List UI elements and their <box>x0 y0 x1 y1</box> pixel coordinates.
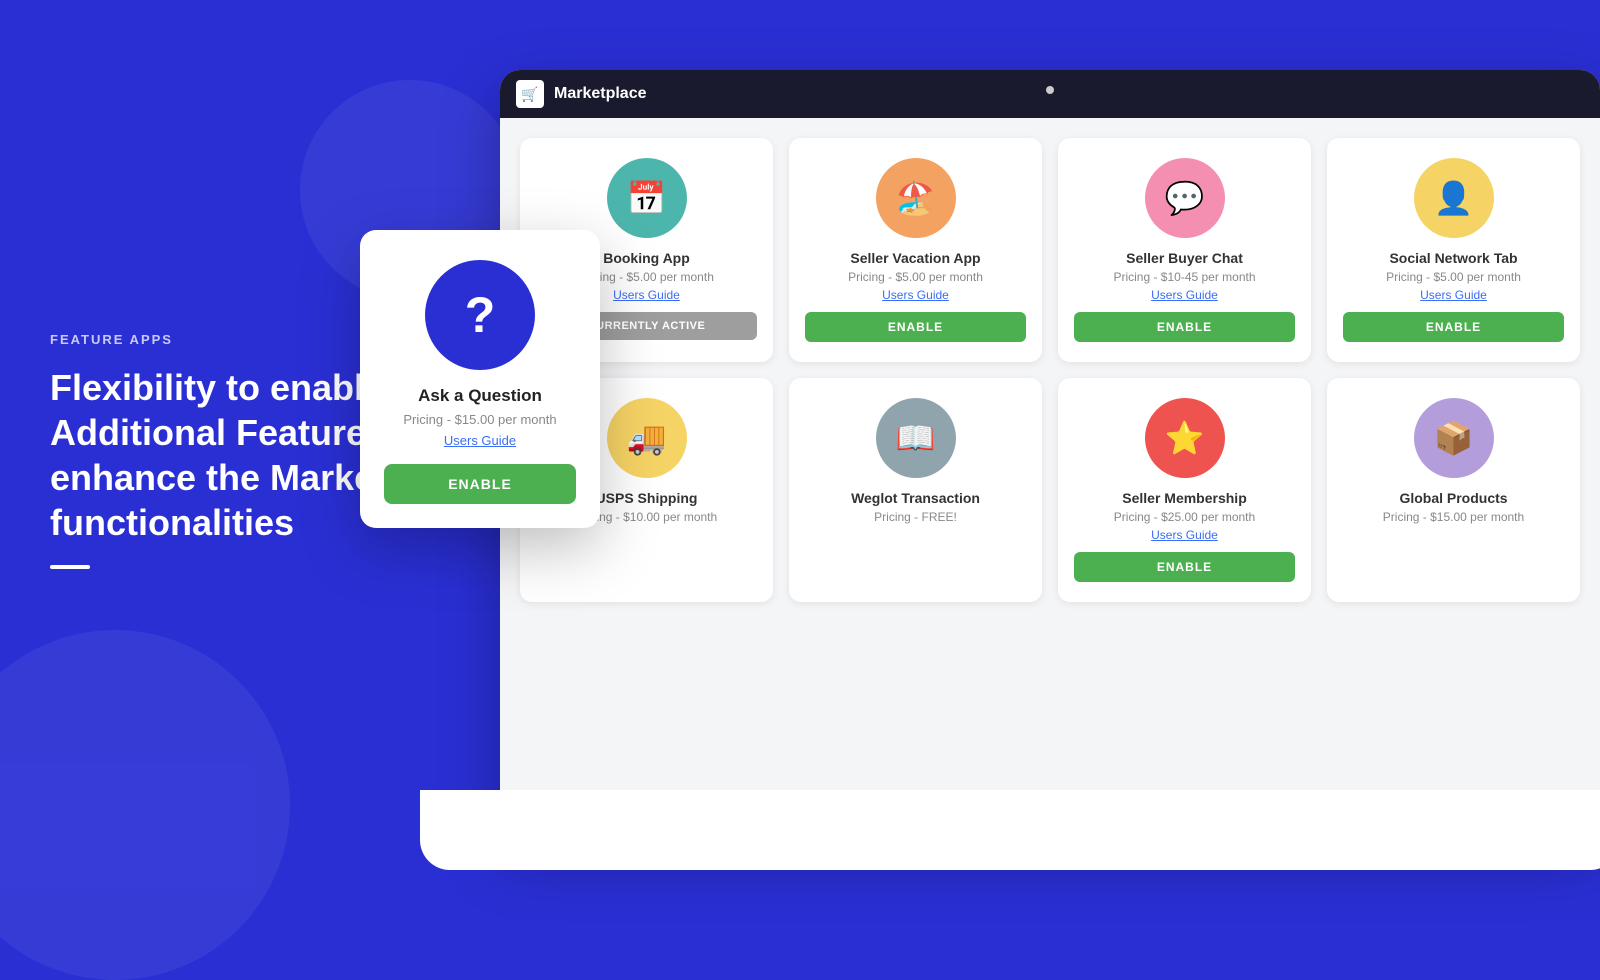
app-name: Weglot Transaction <box>805 490 1026 506</box>
marketplace-icon: 🛒 <box>516 80 544 108</box>
app-name: Seller Membership <box>1074 490 1295 506</box>
app-guide-link[interactable]: Users Guide <box>805 288 1026 302</box>
app-icon-circle: 📅 <box>607 158 687 238</box>
app-pricing: Pricing - $5.00 per month <box>805 270 1026 284</box>
app-icon-circle: 📦 <box>1414 398 1494 478</box>
laptop-bottom-curve <box>420 790 1600 870</box>
app-name: Social Network Tab <box>1343 250 1564 266</box>
enable-button[interactable]: ENABLE <box>1074 552 1295 582</box>
app-pricing: Pricing - $25.00 per month <box>1074 510 1295 524</box>
marketplace-icon-glyph: 🛒 <box>521 86 538 103</box>
app-guide-link[interactable]: Users Guide <box>1074 288 1295 302</box>
app-name: Global Products <box>1343 490 1564 506</box>
app-icon-circle: 🏖️ <box>876 158 956 238</box>
app-pricing: Pricing - $5.00 per month <box>1343 270 1564 284</box>
app-card: ⭐ Seller Membership Pricing - $25.00 per m… <box>1058 378 1311 602</box>
app-icon-circle: 👤 <box>1414 158 1494 238</box>
app-card: 💬 Seller Buyer Chat Pricing - $10-45 per m… <box>1058 138 1311 362</box>
app-card: 📖 Weglot Transaction Pricing - FREE! <box>789 378 1042 602</box>
app-guide-link[interactable]: Users Guide <box>1074 528 1295 542</box>
screen-content: 📅Booking AppPricing - $5.00 per monthUse… <box>500 118 1600 840</box>
marketplace-title: Marketplace <box>554 85 647 103</box>
enable-button[interactable]: ENABLE <box>1343 312 1564 342</box>
screen-dot <box>1046 86 1054 94</box>
question-mark-icon: ? <box>465 290 496 340</box>
laptop-screen: 🛒 Marketplace 📅Booking AppPricing - $5.0… <box>500 70 1600 840</box>
marketplace-bar: 🛒 Marketplace <box>500 70 1600 118</box>
app-card: 👤 Social Network Tab Pricing - $5.00 per m… <box>1327 138 1580 362</box>
apps-grid-row2: 🚚USPS ShippingPricing - $10.00 per month… <box>520 378 1580 602</box>
apps-grid-row1: 📅Booking AppPricing - $5.00 per monthUse… <box>520 138 1580 362</box>
popup-card: ? Ask a Question Pricing - $15.00 per mo… <box>360 230 600 528</box>
app-pricing: Pricing - $15.00 per month <box>1343 510 1564 524</box>
heading-underline <box>50 565 90 569</box>
laptop-area: 🛒 Marketplace 📅Booking AppPricing - $5.0… <box>400 30 1600 900</box>
enable-button[interactable]: ENABLE <box>1074 312 1295 342</box>
app-guide-link[interactable]: Users Guide <box>1343 288 1564 302</box>
popup-app-name: Ask a Question <box>384 386 576 406</box>
enable-button[interactable]: ENABLE <box>805 312 1026 342</box>
app-name: Seller Buyer Chat <box>1074 250 1295 266</box>
popup-icon-circle: ? <box>425 260 535 370</box>
app-icon-circle: 💬 <box>1145 158 1225 238</box>
app-card: 🏖️ Seller Vacation App Pricing - $5.00 per… <box>789 138 1042 362</box>
popup-guide-link[interactable]: Users Guide <box>384 433 576 448</box>
app-pricing: Pricing - FREE! <box>805 510 1026 524</box>
app-icon-circle: 🚚 <box>607 398 687 478</box>
app-icon-circle: 📖 <box>876 398 956 478</box>
popup-enable-button[interactable]: ENABLE <box>384 464 576 504</box>
app-icon-circle: ⭐ <box>1145 398 1225 478</box>
app-name: Seller Vacation App <box>805 250 1026 266</box>
app-card: 📦 Global Products Pricing - $15.00 per mon… <box>1327 378 1580 602</box>
popup-pricing: Pricing - $15.00 per month <box>384 412 576 427</box>
deco-circle-1 <box>0 630 290 980</box>
app-pricing: Pricing - $10-45 per month <box>1074 270 1295 284</box>
